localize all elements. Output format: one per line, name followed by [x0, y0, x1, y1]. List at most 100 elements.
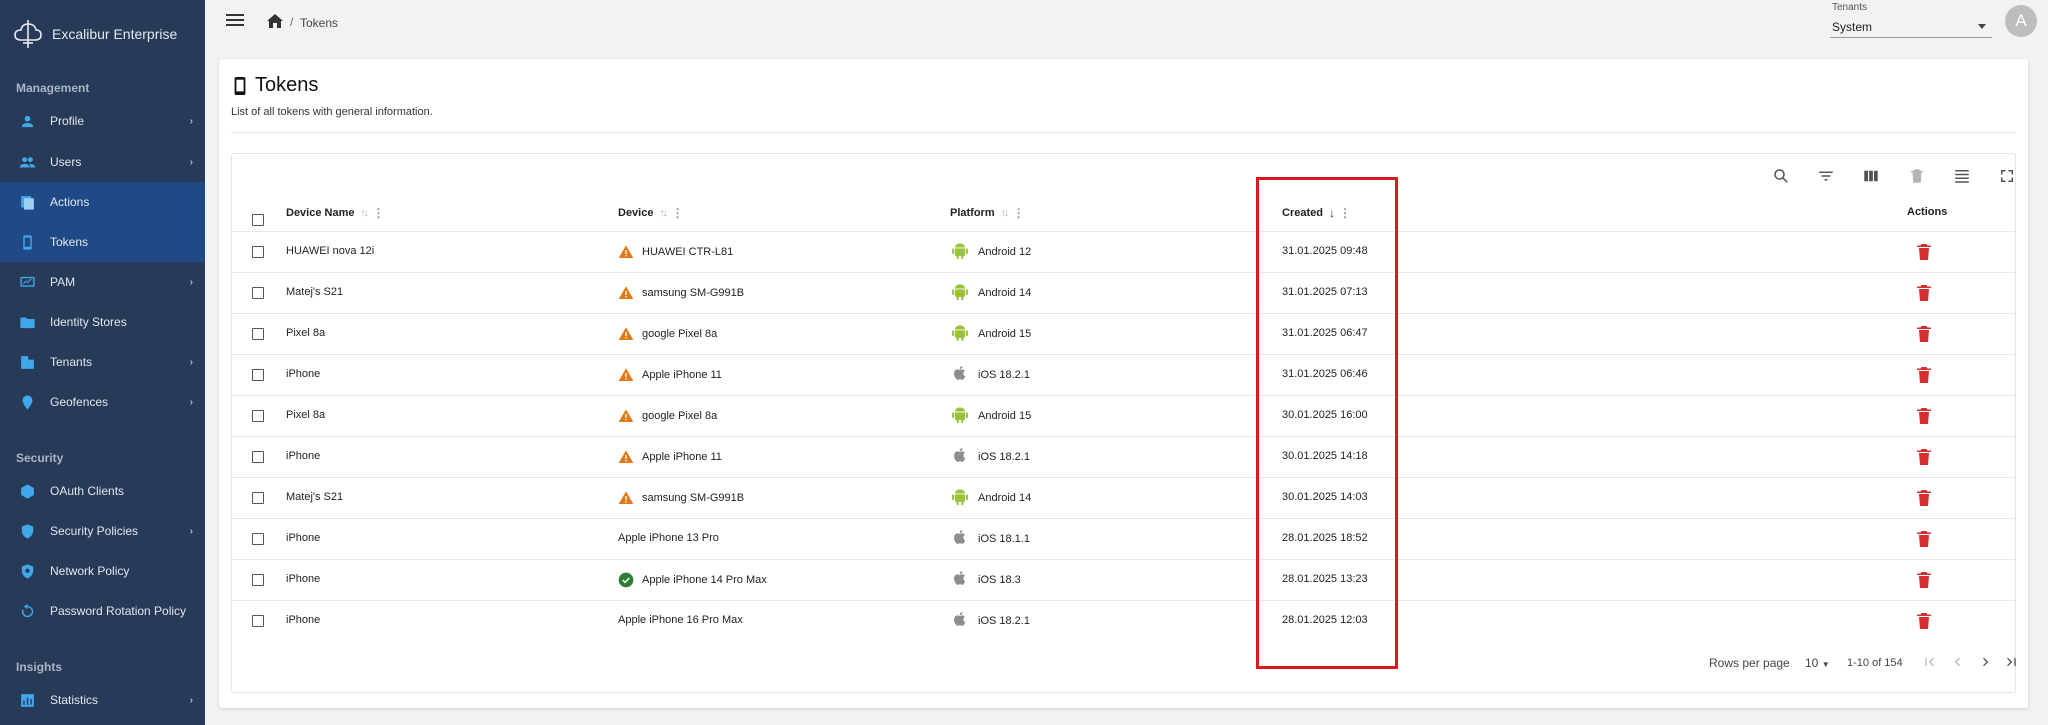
- sidebar-item-label: PAM: [50, 275, 76, 289]
- cell-platform: iOS 18.1.1: [950, 530, 1030, 548]
- first-page-icon[interactable]: [1922, 654, 1940, 672]
- table-row[interactable]: iPhone Apple iPhone 13 Pro iOS 18.1.1 28.01…: [232, 518, 2015, 559]
- row-checkbox[interactable]: [252, 410, 264, 422]
- sidebar-item-tenants[interactable]: Tenants ›: [0, 342, 205, 382]
- row-checkbox[interactable]: [252, 369, 264, 381]
- sidebar-item-profile[interactable]: Profile ›: [0, 101, 205, 141]
- column-menu-icon[interactable]: ⋮: [373, 206, 385, 220]
- avatar[interactable]: A: [2005, 5, 2037, 37]
- table-row[interactable]: iPhone Apple iPhone 14 Pro Max iOS 18.3 28.…: [232, 559, 2015, 600]
- sidebar-item-identity-stores[interactable]: Identity Stores: [0, 302, 205, 342]
- table-row[interactable]: Matej's S21 samsung SM-G991B Android 14 31.…: [232, 272, 2015, 313]
- column-menu-icon[interactable]: ⋮: [1013, 206, 1025, 220]
- row-checkbox[interactable]: [252, 492, 264, 504]
- row-checkbox[interactable]: [252, 574, 264, 586]
- sidebar-item-users[interactable]: Users ›: [0, 142, 205, 182]
- delete-icon[interactable]: [1917, 367, 1931, 383]
- delete-icon[interactable]: [1917, 285, 1931, 301]
- row-checkbox[interactable]: [252, 451, 264, 463]
- sidebar-item-oauth-clients[interactable]: OAuth Clients: [0, 471, 205, 511]
- delete-icon[interactable]: [1917, 531, 1931, 547]
- sidebar-item-statistics[interactable]: Statistics ›: [0, 680, 205, 720]
- column-header-device-name[interactable]: Device Name ↑↓ ⋮: [286, 206, 385, 220]
- section-label-insights: Insights: [16, 660, 63, 674]
- sidebar-item-label: Profile: [50, 114, 85, 128]
- delete-icon[interactable]: [1917, 326, 1931, 342]
- device-name-text: iPhone: [286, 573, 321, 585]
- cell-device: samsung SM-G991B: [618, 490, 744, 506]
- fullscreen-icon[interactable]: [1998, 167, 2018, 187]
- home-icon[interactable]: [267, 14, 283, 28]
- sidebar-item-tokens[interactable]: Tokens: [0, 222, 205, 262]
- table-row[interactable]: HUAWEI nova 12i HUAWEI CTR-L81 Android 12 3…: [232, 231, 2015, 272]
- cell-device: google Pixel 8a: [618, 408, 717, 424]
- delete-icon[interactable]: [1917, 449, 1931, 465]
- delete-icon[interactable]: [1917, 244, 1931, 260]
- chevron-right-icon: ›: [189, 115, 193, 127]
- sidebar-item-password-rotation-policy[interactable]: Password Rotation Policy: [0, 591, 205, 631]
- cell-platform: Android 15: [950, 325, 1031, 343]
- cell-device-name: Matej's S21: [286, 286, 343, 298]
- chevron-right-icon: ›: [189, 525, 193, 537]
- sidebar-item-network-policy[interactable]: Network Policy: [0, 551, 205, 591]
- tokens-table: Device Name ↑↓ ⋮ Device ↑↓ ⋮ Platform ↑↓…: [231, 153, 2016, 693]
- column-header-platform[interactable]: Platform ↑↓ ⋮: [950, 206, 1025, 220]
- network-icon: [18, 562, 36, 580]
- cell-device: Apple iPhone 16 Pro Max: [618, 614, 743, 626]
- rows-per-page-select[interactable]: 10 ▼: [1805, 656, 1830, 670]
- cell-device: Apple iPhone 13 Pro: [618, 532, 719, 544]
- menu-toggle-button[interactable]: [226, 14, 244, 28]
- tenant-select[interactable]: Tenants System: [1830, 2, 1992, 38]
- table-row[interactable]: iPhone Apple iPhone 16 Pro Max iOS 18.2.1 2…: [232, 600, 2015, 641]
- density-icon[interactable]: [1953, 167, 1973, 187]
- section-label-security: Security: [16, 451, 64, 465]
- sort-icon[interactable]: ↑↓: [361, 208, 369, 219]
- table-row[interactable]: iPhone Apple iPhone 11 iOS 18.2.1 31.01.202…: [232, 354, 2015, 395]
- cell-device: Apple iPhone 14 Pro Max: [618, 572, 767, 588]
- chart-icon: [18, 691, 36, 709]
- row-checkbox[interactable]: [252, 328, 264, 340]
- platform-text: iOS 18.2.1: [978, 369, 1030, 381]
- sort-icon[interactable]: ↑↓: [659, 208, 667, 219]
- table-row[interactable]: Matej's S21 samsung SM-G991B Android 14 30.…: [232, 477, 2015, 518]
- sidebar-item-pam[interactable]: PAM ›: [0, 262, 205, 302]
- delete-icon[interactable]: [1917, 408, 1931, 424]
- column-menu-icon[interactable]: ⋮: [671, 206, 683, 220]
- rows-per-page-label: Rows per page: [1709, 656, 1790, 670]
- row-checkbox[interactable]: [252, 533, 264, 545]
- table-row[interactable]: Pixel 8a google Pixel 8a Android 15 31.01.2…: [232, 313, 2015, 354]
- select-all-checkbox[interactable]: [252, 214, 264, 226]
- sidebar-item-geofences[interactable]: Geofences ›: [0, 382, 205, 422]
- cell-device-name: Matej's S21: [286, 491, 343, 503]
- search-icon[interactable]: [1772, 167, 1792, 187]
- table-row[interactable]: Pixel 8a google Pixel 8a Android 15 30.01.2…: [232, 395, 2015, 436]
- cell-device-name: iPhone: [286, 532, 320, 544]
- cell-device-name: iPhone: [286, 614, 320, 626]
- person-icon: [18, 112, 36, 130]
- page-title: Tokens: [233, 74, 318, 97]
- last-page-icon[interactable]: [2003, 654, 2021, 672]
- columns-icon[interactable]: [1862, 167, 1882, 187]
- delete-selected-icon[interactable]: [1908, 167, 1928, 187]
- row-checkbox[interactable]: [252, 287, 264, 299]
- android-icon: [950, 239, 970, 261]
- row-checkbox[interactable]: [252, 615, 264, 627]
- row-checkbox[interactable]: [252, 246, 264, 258]
- prev-page-icon[interactable]: [1950, 654, 1968, 672]
- table-row[interactable]: iPhone Apple iPhone 11 iOS 18.2.1 30.01.202…: [232, 436, 2015, 477]
- sidebar-item-actions[interactable]: Actions: [0, 182, 205, 222]
- filter-icon[interactable]: [1817, 167, 1837, 187]
- chevron-right-icon: ›: [189, 276, 193, 288]
- sort-icon[interactable]: ↑↓: [1001, 208, 1009, 219]
- delete-icon[interactable]: [1917, 572, 1931, 588]
- sidebar-item-security-policies[interactable]: Security Policies ›: [0, 511, 205, 551]
- column-header-device[interactable]: Device ↑↓ ⋮: [618, 206, 683, 220]
- next-page-icon[interactable]: [1977, 654, 1995, 672]
- hamburger-line: [226, 14, 244, 16]
- delete-icon[interactable]: [1917, 613, 1931, 629]
- delete-icon[interactable]: [1917, 490, 1931, 506]
- device-text: Apple iPhone 11: [642, 451, 722, 463]
- brand[interactable]: Excalibur Enterprise: [12, 18, 177, 50]
- device-text: HUAWEI CTR-L81: [642, 246, 734, 258]
- actions-icon: [18, 193, 36, 211]
